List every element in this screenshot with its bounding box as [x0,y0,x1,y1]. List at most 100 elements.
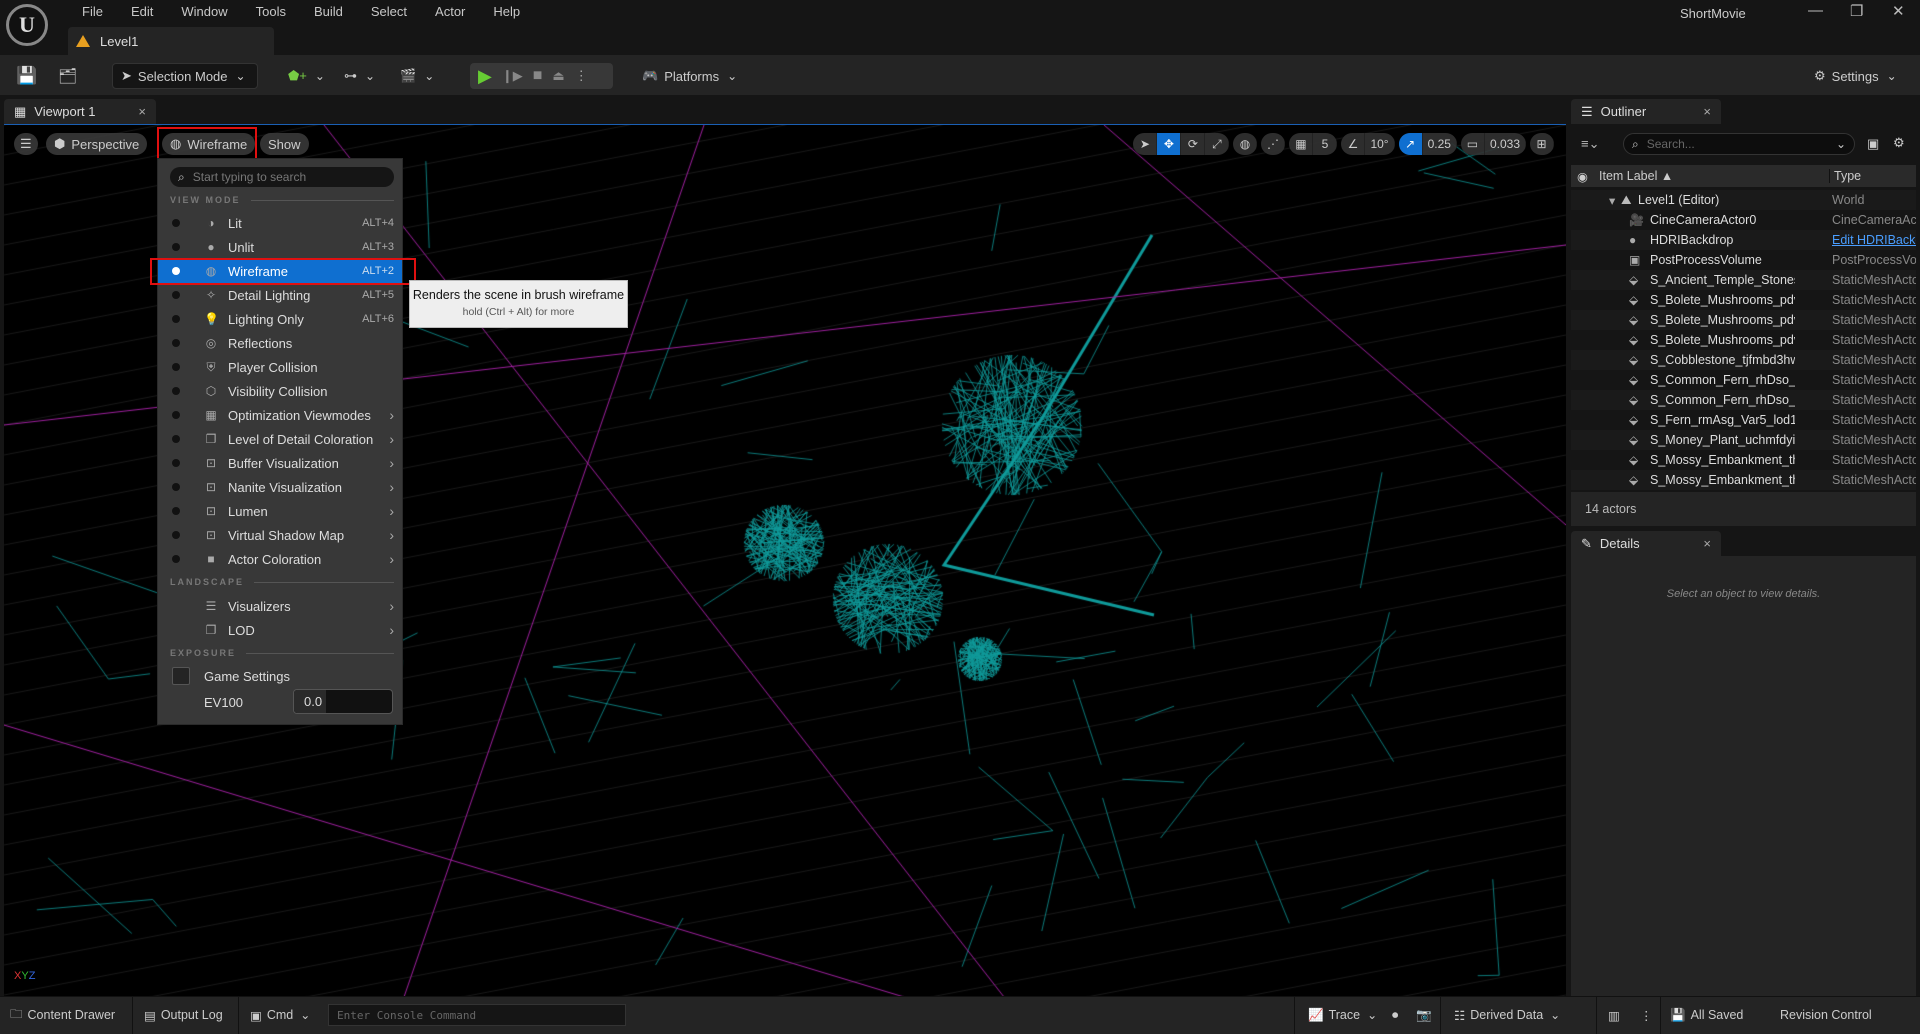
scale-snap-icon[interactable]: ↗ [1398,133,1423,155]
menu-window[interactable]: Window [167,4,241,19]
trace-dropdown[interactable]: 📈 Trace [1308,1004,1377,1026]
trace-record-icon[interactable]: ⏺ [1392,1004,1398,1026]
unreal-logo-icon[interactable]: U [6,4,48,46]
collapse-arrow-icon[interactable]: ▾ [1609,193,1615,208]
cmd-dropdown[interactable]: ▣ Cmd [250,1004,310,1026]
outliner-row[interactable]: ⬙ S_Common_Fern_rhDso_Var3_ StaticMeshActo… [1571,390,1916,410]
revision-control-button[interactable]: Revision Control [1780,1004,1872,1026]
menu-item-detail-lighting[interactable]: ✧ Detail Lighting ALT+5 [158,283,402,307]
console-input[interactable]: Enter Console Command [328,1004,626,1026]
outliner-row[interactable]: ⬙ S_Mossy_Embankment_thxwa StaticMeshActor [1571,470,1916,490]
camera-speed-icon[interactable]: ▭ [1461,133,1485,155]
outliner-row[interactable]: ⬙ S_Money_Plant_uchmfdyia_Va StaticMeshAct… [1571,430,1916,450]
menu-item-level-of-detail-coloration[interactable]: ❐ Level of Detail Coloration › [158,427,402,451]
menu-item-virtual-shadow-map[interactable]: ⊡ Virtual Shadow Map › [158,523,402,547]
add-folder-icon[interactable]: ▣ [1867,136,1879,152]
tab-outliner[interactable]: ☰ Outliner × [1571,99,1721,124]
menu-file[interactable]: File [68,4,117,19]
outliner-row[interactable]: ⬙ S_Bolete_Mushrooms_pdvcB_ StaticMeshActo… [1571,310,1916,330]
perspective-button[interactable]: ⬢ Perspective [46,133,148,155]
menu-item-lod[interactable]: ❐ LOD › [158,618,402,642]
scale-icon[interactable]: ⤢ [1205,133,1230,155]
outliner-root-row[interactable]: ▾ ⛰ Level1 (Editor) World [1571,190,1916,210]
move-icon[interactable]: ✥ [1157,133,1182,155]
close-icon[interactable]: ✕ [1892,2,1905,20]
column-item-label[interactable]: Item Label ▲ [1599,169,1673,183]
stats-icon[interactable]: ▥ [1608,1004,1620,1026]
menu-item-lit[interactable]: ◑ Lit ALT+4 [158,211,402,235]
step-icon[interactable]: ❙▶ [502,68,523,84]
outliner-row[interactable]: ⬙ S_Common_Fern_rhDso_Var1_ StaticMeshActo… [1571,370,1916,390]
grid-size-value[interactable]: 5 [1313,133,1338,155]
menu-help[interactable]: Help [479,4,534,19]
level-tab[interactable]: Level1 [68,27,274,55]
menu-search-input[interactable]: ⌕ Start typing to search [170,167,394,187]
game-settings-checkbox[interactable] [172,667,190,685]
close-tab-icon[interactable]: × [1703,536,1711,551]
outliner-row[interactable]: ⬙ S_Mossy_Embankment_thxwa StaticMeshActor [1571,450,1916,470]
surface-snap-icon[interactable]: ⋰ [1261,133,1286,155]
chevron-down-icon[interactable]: ⌄ [1836,137,1846,151]
gear-icon[interactable]: ⚙ [1893,135,1905,151]
layout-icon[interactable]: ⊞ [1530,133,1554,155]
rotation-snap-value[interactable]: 10° [1365,133,1395,155]
menu-item-optimization-viewmodes[interactable]: ▦ Optimization Viewmodes › [158,403,402,427]
column-type[interactable]: Type [1829,169,1861,183]
outliner-search-input[interactable]: ⌕ Search... ⌄ [1623,133,1855,155]
platforms-button[interactable]: 🎮 Platforms [642,63,737,89]
outliner-row[interactable]: ▣ PostProcessVolume PostProcessVolume [1571,250,1916,270]
grid-snap-icon[interactable]: ▦ [1289,133,1314,155]
menu-item-unlit[interactable]: ● Unlit ALT+3 [158,235,402,259]
minimize-icon[interactable]: — [1808,2,1823,19]
outliner-row[interactable]: ⬙ S_Ancient_Temple_Stones_tix StaticMeshAc… [1571,270,1916,290]
derived-data-dropdown[interactable]: ☷ Derived Data [1454,1004,1560,1026]
menu-tools[interactable]: Tools [242,4,300,19]
menu-select[interactable]: Select [357,4,421,19]
show-button[interactable]: Show [260,133,309,155]
play-icon[interactable]: ▶ [478,66,492,87]
angle-snap-icon[interactable]: ∠ [1341,133,1366,155]
outliner-row[interactable]: 🎥 CineCameraActor0 CineCameraActor [1571,210,1916,230]
menu-item-buffer-visualization[interactable]: ⊡ Buffer Visualization › [158,451,402,475]
menu-actor[interactable]: Actor [421,4,479,19]
stop-icon[interactable]: ■ [533,67,543,85]
restore-icon[interactable]: ❐ [1850,2,1863,20]
settings-button[interactable]: ⚙ Settings [1814,63,1897,89]
rotate-icon[interactable]: ⟳ [1181,133,1206,155]
content-drawer-button[interactable]: 🗀 Content Drawer [10,1004,115,1026]
menu-item-reflections[interactable]: ◎ Reflections [158,331,402,355]
menu-item-nanite-visualization[interactable]: ⊡ Nanite Visualization › [158,475,402,499]
browse-icon[interactable]: 🗂 [58,63,77,89]
tab-details[interactable]: ✎ Details × [1571,531,1721,556]
screenshot-icon[interactable]: 📷 [1416,1004,1432,1026]
outliner-row[interactable]: ⬙ S_Fern_rmAsg_Var5_lod1 StaticMeshActor [1571,410,1916,430]
eject-icon[interactable]: ⏏ [552,68,564,84]
close-tab-icon[interactable]: × [1703,104,1711,119]
menu-item-lighting-only[interactable]: 💡 Lighting Only ALT+6 [158,307,402,331]
save-status-button[interactable]: 💾 All Saved [1670,1004,1743,1026]
ev100-input[interactable]: 0.0 [293,689,393,714]
camera-speed-value[interactable]: 0.033 [1485,133,1526,155]
selection-mode-dropdown[interactable]: ➤ Selection Mode [112,63,258,89]
menu-edit[interactable]: Edit [117,4,167,19]
menu-item-actor-coloration[interactable]: ■ Actor Coloration › [158,547,402,571]
tab-viewport-1[interactable]: ▦ Viewport 1 × [4,99,156,124]
output-log-button[interactable]: ▤ Output Log [144,1004,223,1026]
cinematics-button[interactable]: 🎬 [400,63,434,89]
outliner-row[interactable]: ⬙ S_Bolete_Mushrooms_pdvcB_ StaticMeshActo… [1571,330,1916,350]
blueprint-button[interactable]: ⊶ [344,63,375,89]
viewport-options-button[interactable]: ☰ [14,133,38,155]
add-actor-button[interactable]: ⬟+ [288,63,325,89]
filter-icon[interactable]: ≡⌄ [1581,136,1599,152]
save-icon[interactable]: 💾 [16,63,37,89]
select-icon[interactable]: ➤ [1133,133,1158,155]
outliner-row[interactable]: ● HDRIBackdrop Edit HDRIBackdrop [1571,230,1916,250]
menu-item-player-collision[interactable]: ⛨ Player Collision [158,355,402,379]
menu-item-visualizers[interactable]: ☰ Visualizers › [158,594,402,618]
outliner-row[interactable]: ⬙ S_Cobblestone_tjfmbd3hw_lod StaticMeshAc… [1571,350,1916,370]
menu-build[interactable]: Build [300,4,357,19]
outliner-row[interactable]: ⬙ S_Bolete_Mushrooms_pdvcB_ StaticMeshActo… [1571,290,1916,310]
scale-snap-value[interactable]: 0.25 [1423,133,1457,155]
menu-item-lumen[interactable]: ⊡ Lumen › [158,499,402,523]
close-tab-icon[interactable]: × [138,104,146,119]
